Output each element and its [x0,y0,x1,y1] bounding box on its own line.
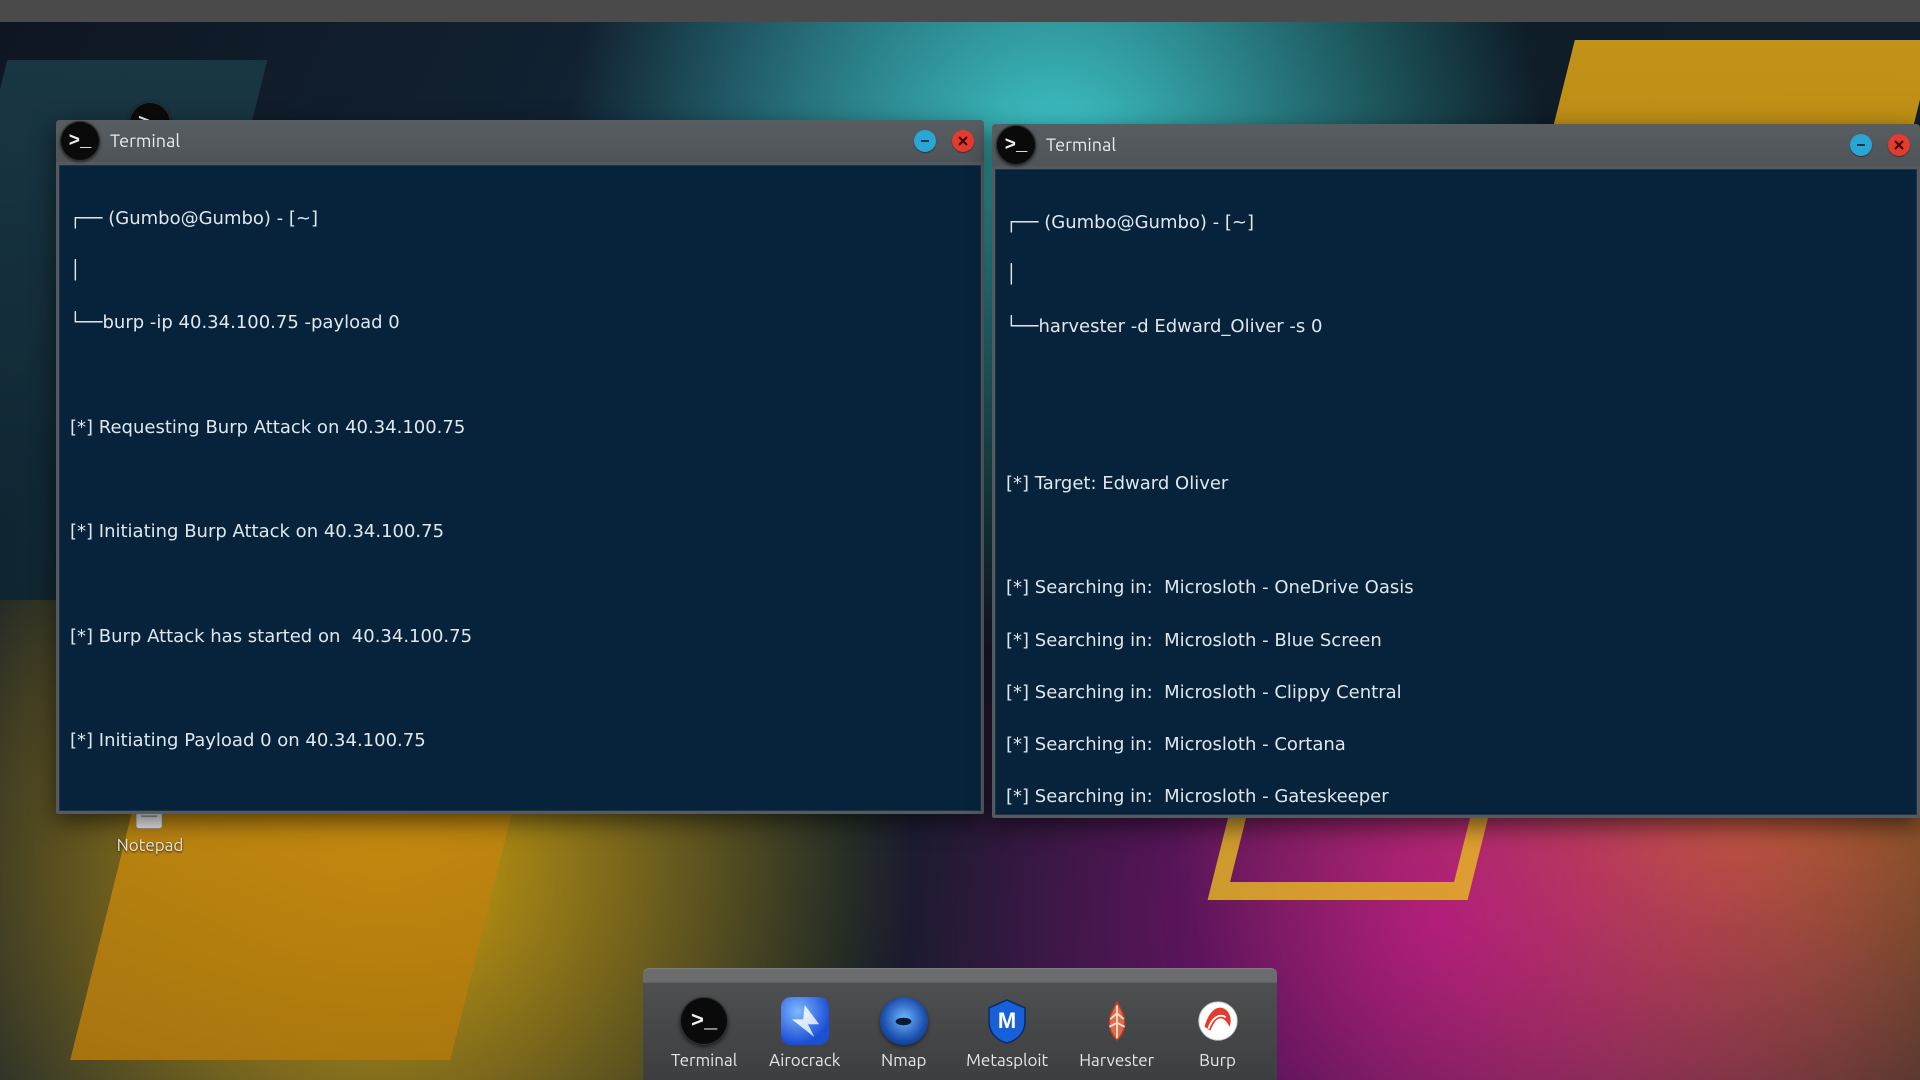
dock-item-label: Harvester [1079,1051,1154,1070]
desktop-icon-label: Notepad [90,836,210,855]
svg-text:M: M [998,1008,1016,1033]
close-button[interactable] [952,130,974,152]
dock-item-label: Nmap [881,1051,927,1070]
terminal-output[interactable]: ┌── (Gumbo@Gumbo) - [~] │ └──burp -ip 40… [59,165,981,811]
titlebar[interactable]: >_ Terminal [992,124,1920,166]
output-line: [*] Searching in: Microsloth - Gateskeep… [1006,784,1906,810]
harvester-icon [1093,997,1141,1045]
dock-item-airocrack[interactable]: Airocrack [769,997,840,1070]
output-line: [*] Target: Edward Oliver [1006,471,1906,497]
output-line: [*] Requesting Burp Attack on 40.34.100.… [70,415,970,441]
output-line: [*] Burp Attack has started on 40.34.100… [70,624,970,650]
dock-item-label: Metasploit [966,1051,1048,1070]
airocrack-icon [781,997,829,1045]
top-menu-bar[interactable] [0,0,1920,22]
output-line: [*] Searching in: Microsloth - Cortana [1006,732,1906,758]
burp-icon [1194,997,1242,1045]
minimize-button[interactable] [1850,134,1872,156]
dock-item-label: Airocrack [769,1051,840,1070]
terminal-window-left[interactable]: >_ Terminal ┌── (Gumbo@Gumbo) - [~] │ └─… [56,120,984,814]
titlebar[interactable]: >_ Terminal [56,120,984,162]
output-line: [*] Initiating Payload 0 on 40.34.100.75 [70,728,970,754]
output-line: [*] Searching in: Microsloth - Blue Scre… [1006,628,1906,654]
dock-item-terminal[interactable]: >_ Terminal [671,997,737,1070]
dock-item-nmap[interactable]: Nmap [872,997,935,1070]
prompt-line: │ [70,258,970,284]
minimize-button[interactable] [914,130,936,152]
dock-item-label: Terminal [671,1051,737,1070]
window-title: Terminal [110,131,180,151]
prompt-command: └──burp -ip 40.34.100.75 -payload 0 [70,310,970,336]
prompt-command: └──harvester -d Edward_Oliver -s 0 [1006,314,1906,340]
dock-item-burp[interactable]: Burp [1186,997,1249,1070]
nmap-icon [880,997,928,1045]
prompt-line: ┌── (Gumbo@Gumbo) - [~] [1006,210,1906,236]
output-line: [*] Initiating Burp Attack on 40.34.100.… [70,519,970,545]
terminal-icon: >_ [996,125,1036,165]
terminal-icon: >_ [60,121,100,161]
close-button[interactable] [1888,134,1910,156]
dock-item-metasploit[interactable]: M Metasploit [967,997,1047,1070]
output-line: [*] Searching in: Microsloth - OneDrive … [1006,575,1906,601]
prompt-line: │ [1006,262,1906,288]
dock-item-harvester[interactable]: Harvester [1079,997,1154,1070]
prompt-line: ┌── (Gumbo@Gumbo) - [~] [70,206,970,232]
terminal-window-right[interactable]: >_ Terminal ┌── (Gumbo@Gumbo) - [~] │ └─… [992,124,1920,818]
metasploit-icon: M [983,997,1031,1045]
terminal-output[interactable]: ┌── (Gumbo@Gumbo) - [~] │ └──harvester -… [995,169,1917,815]
dock-handle[interactable] [643,968,1277,982]
dock-item-label: Burp [1199,1051,1236,1070]
output-line: [*] Searching in: Microsloth - Clippy Ce… [1006,680,1906,706]
dock[interactable]: >_ Terminal Airocrack Nmap M Metasploit … [643,968,1277,1080]
terminal-icon: >_ [680,997,728,1045]
window-title: Terminal [1046,135,1116,155]
